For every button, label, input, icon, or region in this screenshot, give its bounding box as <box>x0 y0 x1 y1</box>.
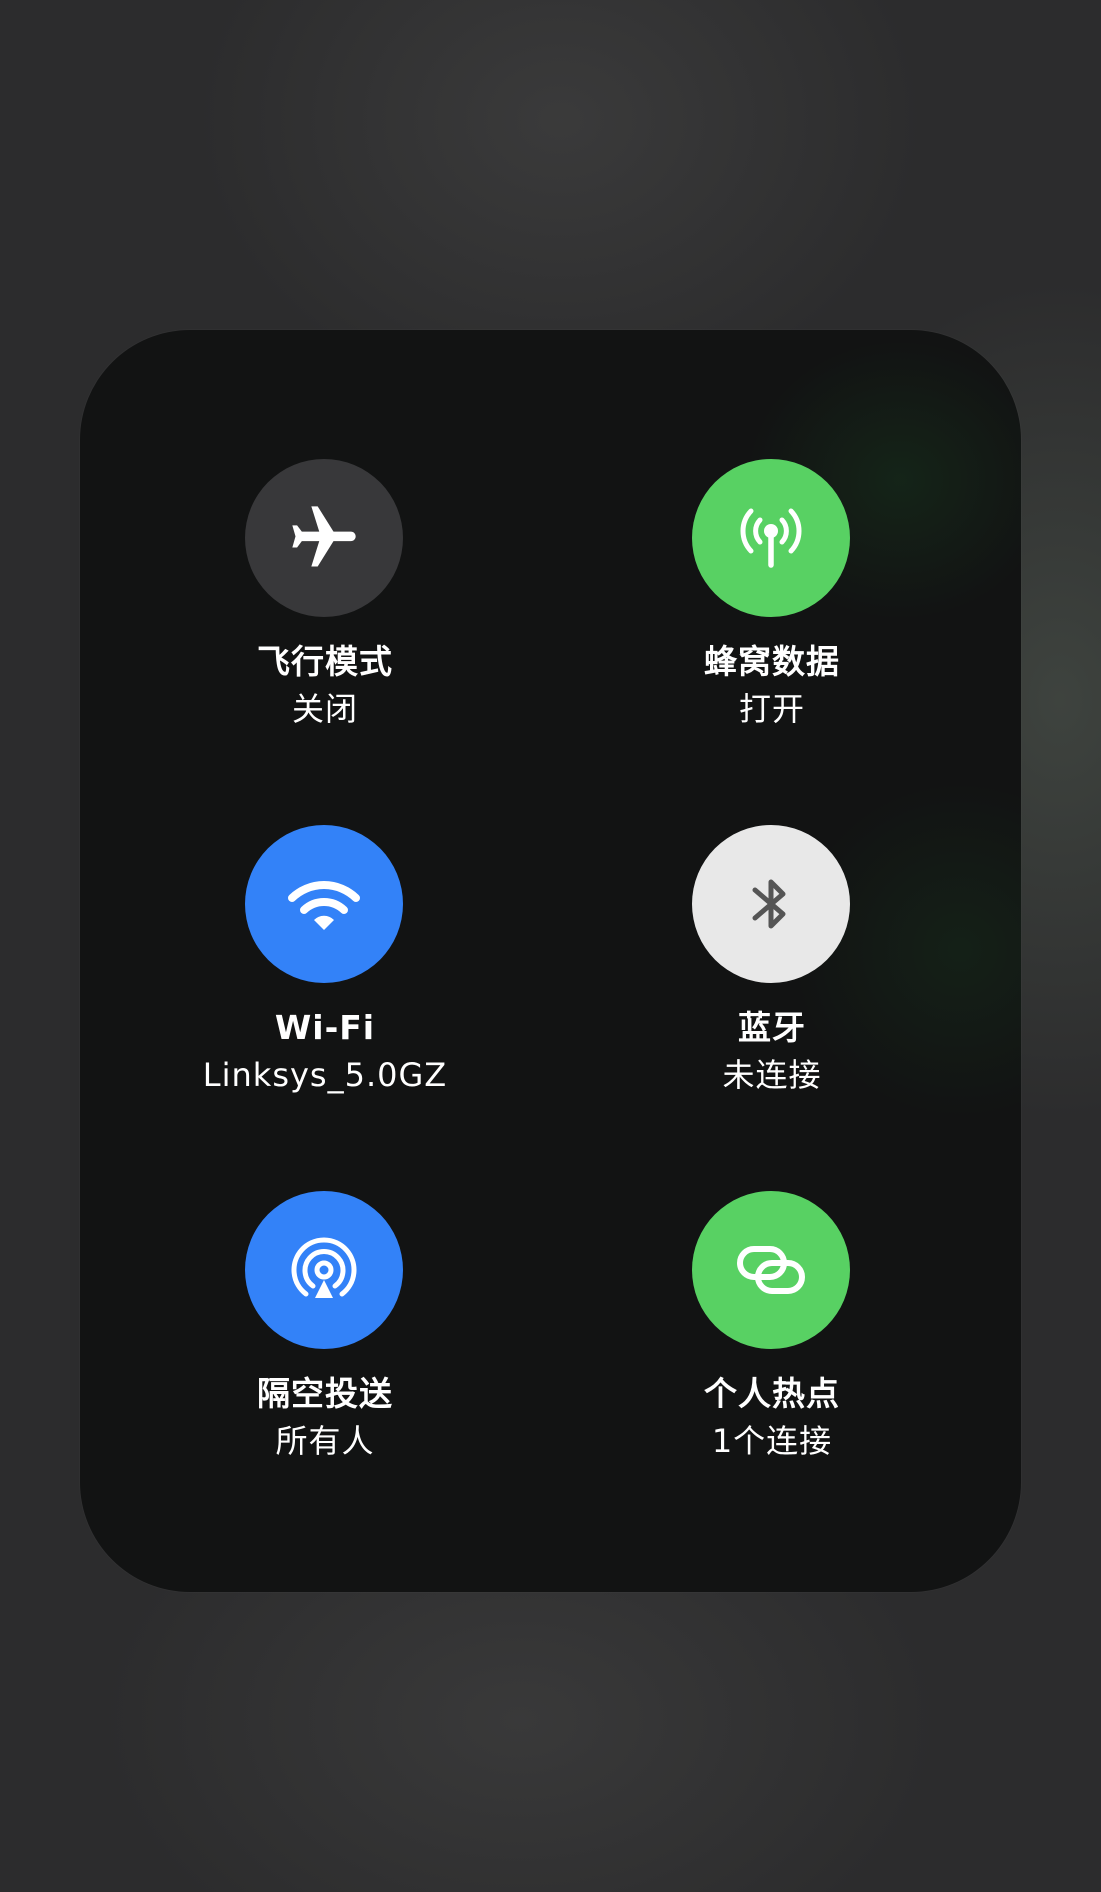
airplane-mode-status: 关闭 <box>291 690 358 728</box>
personal-hotspot-status: 1个连接 <box>711 1422 833 1460</box>
airplane-mode-toggle[interactable] <box>245 459 403 617</box>
wifi-title: Wi-Fi <box>274 1008 376 1047</box>
airdrop-tile: 隔空投送 所有人 <box>125 1191 525 1491</box>
personal-hotspot-title: 个人热点 <box>704 1374 840 1413</box>
personal-hotspot-icon <box>728 1227 814 1313</box>
airdrop-title: 隔空投送 <box>257 1374 393 1413</box>
airdrop-status: 所有人 <box>275 1422 375 1460</box>
airplane-icon <box>286 500 362 576</box>
cellular-data-status: 打开 <box>738 690 805 728</box>
cellular-antenna-icon <box>726 493 816 583</box>
airplane-mode-tile: 飞行模式 关闭 <box>125 459 525 759</box>
personal-hotspot-tile: 个人热点 1个连接 <box>572 1191 972 1491</box>
wifi-network-name: Linksys_5.0GZ <box>202 1056 448 1094</box>
cellular-data-title: 蜂窝数据 <box>704 642 840 681</box>
bluetooth-status: 未连接 <box>722 1056 822 1094</box>
connectivity-panel: 飞行模式 关闭 蜂窝数据 打开 Wi-Fi Linksys_5.0GZ 蓝牙 未… <box>80 330 1021 1592</box>
bluetooth-tile: 蓝牙 未连接 <box>572 825 972 1125</box>
personal-hotspot-toggle[interactable] <box>692 1191 850 1349</box>
bluetooth-toggle[interactable] <box>692 825 850 983</box>
wifi-icon <box>282 862 366 946</box>
wifi-tile: Wi-Fi Linksys_5.0GZ <box>125 825 525 1125</box>
airdrop-toggle[interactable] <box>245 1191 403 1349</box>
cellular-data-toggle[interactable] <box>692 459 850 617</box>
bluetooth-title: 蓝牙 <box>738 1008 806 1047</box>
bluetooth-icon <box>731 864 811 944</box>
airdrop-icon <box>282 1228 366 1312</box>
cellular-data-tile: 蜂窝数据 打开 <box>572 459 972 759</box>
wifi-toggle[interactable] <box>245 825 403 983</box>
airplane-mode-title: 飞行模式 <box>257 642 393 681</box>
